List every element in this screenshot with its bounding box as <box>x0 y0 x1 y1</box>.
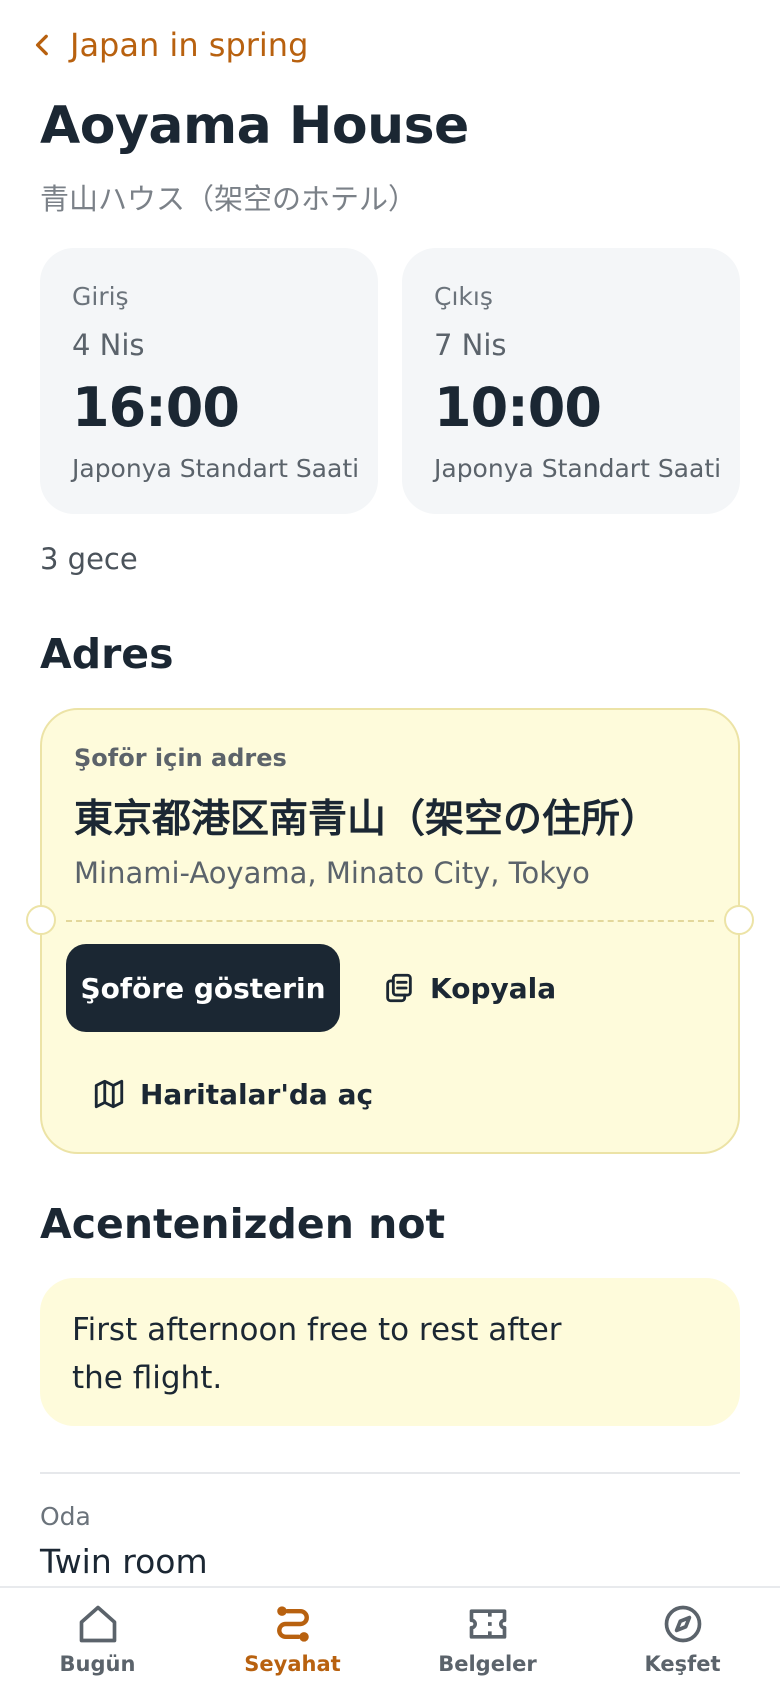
nights-count: 3 gece <box>40 542 138 576</box>
page-subtitle: 青山ハウス（架空のホテル） <box>40 182 418 216</box>
checkin-date: 4 Nis <box>72 328 145 362</box>
agent-note-card: First afternoon free to rest after the f… <box>40 1278 740 1426</box>
open-in-maps-label: Haritalar'da aç <box>140 1077 374 1111</box>
compass-icon <box>664 1605 701 1643</box>
driver-address-label: Şoför için adres <box>74 744 287 772</box>
tab-trip[interactable]: Seyahat <box>195 1588 390 1688</box>
section-divider <box>40 1472 740 1474</box>
copy-button[interactable]: Kopyala <box>382 944 556 1032</box>
tab-explore[interactable]: Keşfet <box>585 1588 780 1688</box>
checkin-timezone: Japonya Standart Saati <box>72 454 360 483</box>
checkout-card: Çıkış 7 Nis 10:00 Japonya Standart Saati <box>402 248 740 514</box>
agent-note-heading: Acentenizden not <box>40 1200 446 1248</box>
hotel-detail-screen: Japan in spring Aoyama House 青山ハウス（架空のホテ… <box>0 0 780 1688</box>
back-button-label: Japan in spring <box>70 26 309 64</box>
bottom-tab-bar: Bugün Seyahat Belgeler Keşfet <box>0 1586 780 1688</box>
checkout-time: 10:00 <box>434 376 602 439</box>
copy-button-label: Kopyala <box>430 971 557 1005</box>
tab-today-label: Bugün <box>59 1652 136 1676</box>
show-to-driver-button[interactable]: Şoföre gösterin <box>66 944 340 1032</box>
tab-trip-label: Seyahat <box>244 1652 341 1676</box>
checkout-date: 7 Nis <box>434 328 507 362</box>
room-label: Oda <box>40 1502 91 1531</box>
card-notch-right <box>724 905 754 935</box>
agent-note-text: First afternoon free to rest after the f… <box>72 1312 562 1396</box>
map-icon <box>94 1079 124 1109</box>
dashed-divider <box>66 920 714 922</box>
open-in-maps-button[interactable]: Haritalar'da aç <box>92 1050 373 1138</box>
page-title: Aoyama House <box>40 96 469 156</box>
checkout-label: Çıkış <box>434 282 493 311</box>
checkout-timezone: Japonya Standart Saati <box>434 454 722 483</box>
romaji-address: Minami-Aoyama, Minato City, Tokyo <box>74 856 590 890</box>
checkin-time: 16:00 <box>72 376 240 439</box>
chevron-left-icon <box>35 34 48 56</box>
address-card: Şoför için adres 東京都港区南青山（架空の住所） Minami-… <box>26 708 754 1154</box>
tab-today[interactable]: Bugün <box>0 1588 195 1688</box>
ticket-icon <box>469 1609 506 1639</box>
tab-documents[interactable]: Belgeler <box>390 1588 585 1688</box>
home-icon <box>79 1605 116 1643</box>
address-heading: Adres <box>40 630 174 678</box>
japanese-address: 東京都港区南青山（架空の住所） <box>74 797 660 842</box>
tab-explore-label: Keşfet <box>644 1652 721 1676</box>
checkin-card: Giriş 4 Nis 16:00 Japonya Standart Saati <box>40 248 378 514</box>
route-icon <box>276 1606 309 1642</box>
tab-documents-label: Belgeler <box>438 1652 537 1676</box>
room-value: Twin room <box>40 1542 208 1581</box>
back-button[interactable]: Japan in spring <box>30 20 308 70</box>
card-notch-left <box>26 905 56 935</box>
copy-icon <box>386 973 412 1003</box>
checkin-label: Giriş <box>72 282 129 311</box>
